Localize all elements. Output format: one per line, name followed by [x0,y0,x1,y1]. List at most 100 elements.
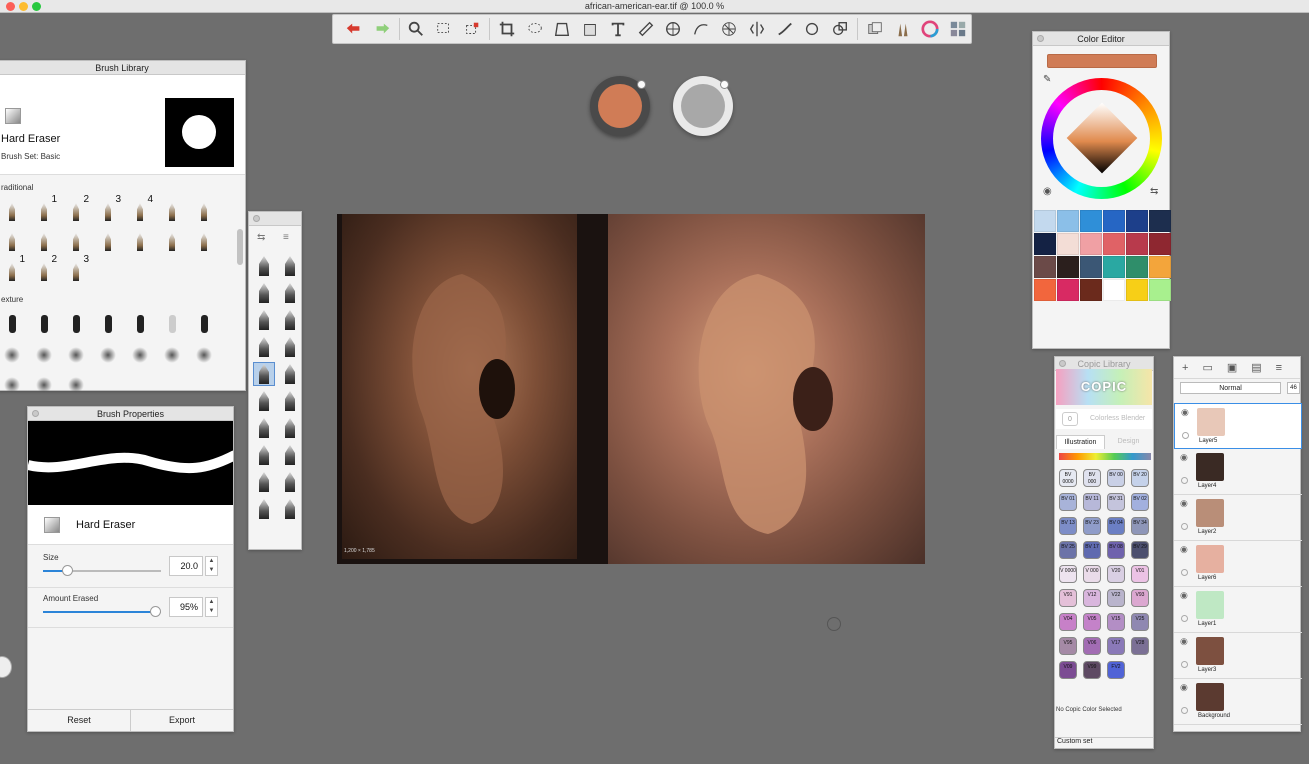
current-color-bar[interactable] [1047,54,1157,68]
color-swatch[interactable] [1126,233,1148,255]
color-settings-icon[interactable]: ⇆ [1150,186,1158,197]
copic-color-chip[interactable]: BV 20 [1131,469,1149,487]
texture-brush-item[interactable] [97,309,119,333]
color-swatch[interactable] [1149,210,1171,232]
brush-library-scrollbar[interactable] [237,229,243,265]
palette-brush-slot[interactable] [253,470,275,494]
lasso-icon[interactable] [522,16,548,42]
traditional-brush-item[interactable]: 4 [129,194,153,221]
layers-copy-icon[interactable] [862,16,888,42]
layer-select-dot[interactable] [1181,661,1188,668]
copic-color-chip[interactable]: V20 [1107,565,1125,583]
traditional-brush-item[interactable]: 3 [65,254,89,281]
add-image-icon[interactable]: ▣ [1227,361,1237,374]
copic-color-chip[interactable]: V22 [1107,589,1125,607]
palette-brush-slot[interactable] [279,281,301,305]
copic-color-chip[interactable]: V01 [1131,565,1149,583]
copic-color-chip[interactable]: FV2 [1107,661,1125,679]
color-swatch[interactable] [1057,279,1079,301]
layer-select-dot[interactable] [1181,477,1188,484]
copic-color-chip[interactable]: BV 17 [1083,541,1101,559]
copic-color-chip[interactable]: V06 [1083,637,1101,655]
foreground-color-puck[interactable] [590,76,650,136]
traditional-brush-item[interactable]: 3 [97,194,121,221]
blend-mode-select[interactable]: Normal [1180,382,1281,394]
palette-brush-slot[interactable] [253,416,275,440]
copic-color-chip[interactable]: BV 29 [1131,541,1149,559]
copic-color-chip[interactable]: BV 02 [1131,493,1149,511]
traditional-brush-item[interactable] [161,227,183,251]
fill-icon[interactable] [577,16,603,42]
puck-options-dot[interactable] [637,80,646,89]
copic-color-chip[interactable]: V15 [1107,613,1125,631]
palette-brush-slot[interactable] [253,254,275,278]
texture-brush-item[interactable] [1,369,23,393]
layer-row[interactable]: ◉ Layer2 [1174,495,1302,541]
copic-color-chip[interactable]: BV 25 [1059,541,1077,559]
layer-row[interactable]: ◉ Background [1174,679,1302,725]
text-icon[interactable] [605,16,631,42]
color-swatch[interactable] [1057,233,1079,255]
perspective-icon[interactable] [549,16,575,42]
traditional-brush-item[interactable]: 2 [33,254,57,281]
layer-select-dot[interactable] [1181,569,1188,576]
copic-color-chip[interactable]: V91 [1059,589,1077,607]
traditional-brush-item[interactable]: 2 [65,194,89,221]
predictive-stroke-icon[interactable] [799,16,825,42]
color-history-icon[interactable]: ◉ [1043,186,1052,197]
palette-brush-slot[interactable] [279,254,301,278]
palette-brush-slot[interactable] [279,416,301,440]
texture-brush-item[interactable] [65,369,87,393]
undo-icon[interactable] [341,16,367,42]
copic-color-chip[interactable]: V 0000 [1059,565,1077,583]
texture-brush-item[interactable] [1,309,23,333]
size-stepper[interactable]: ▲ ▼ [205,556,218,576]
visibility-eye-icon[interactable]: ◉ [1180,590,1188,601]
palette-brush-slot[interactable] [253,389,275,413]
close-panel-button[interactable] [1037,35,1044,42]
merge-layer-icon[interactable]: ▤ [1251,361,1261,374]
palette-brush-slot[interactable] [279,443,301,467]
copic-color-chip[interactable]: V12 [1083,589,1101,607]
palette-brush-slot[interactable] [253,281,275,305]
texture-brush-item[interactable] [65,309,87,333]
copic-color-chip[interactable]: BV 04 [1107,517,1125,535]
traditional-brush-item[interactable] [97,227,119,251]
copic-color-chip[interactable]: BV 000 [1083,469,1101,487]
palette-brush-slot[interactable] [279,335,301,359]
copic-color-chip[interactable]: V 000 [1083,565,1101,583]
add-folder-icon[interactable]: ▭ [1202,361,1212,374]
palette-brush-slot[interactable] [253,497,275,521]
layer-select-dot[interactable] [1181,707,1188,714]
symmetry-icon[interactable] [744,16,770,42]
layer-row[interactable]: ◉ Layer3 [1174,633,1302,679]
traditional-brush-item[interactable] [193,197,215,221]
copic-color-chip[interactable]: BV 31 [1107,493,1125,511]
palette-brush-slot[interactable] [253,362,275,386]
stroke-icon[interactable] [772,16,798,42]
perspective-grid-icon[interactable] [716,16,742,42]
visibility-eye-icon[interactable]: ◉ [1180,498,1188,509]
texture-brush-item[interactable] [129,339,151,363]
visibility-eye-icon[interactable]: ◉ [1180,636,1188,647]
color-swatch[interactable] [1034,256,1056,278]
traditional-brush-item[interactable] [129,227,151,251]
copic-color-chip[interactable]: V93 [1131,589,1149,607]
palette-brush-slot[interactable] [279,308,301,332]
palette-brush-slot[interactable] [253,308,275,332]
layer-menu-icon[interactable]: ≡ [1276,362,1282,374]
texture-brush-item[interactable] [129,309,151,333]
marquee-select-icon[interactable] [431,16,457,42]
layer-row[interactable]: ◉ Layer6 [1174,541,1302,587]
copic-color-chip[interactable]: BV 00 [1107,469,1125,487]
tab-illustration[interactable]: Illustration [1056,435,1105,449]
reset-button[interactable]: Reset [28,710,130,731]
color-swatch[interactable] [1126,256,1148,278]
crop-icon[interactable] [494,16,520,42]
color-swatch[interactable] [1080,279,1102,301]
ruler-icon[interactable] [633,16,659,42]
ellipse-guide-icon[interactable] [661,16,687,42]
close-panel-button[interactable] [32,410,39,417]
background-color-puck[interactable] [673,76,733,136]
export-button[interactable]: Export [130,710,233,731]
